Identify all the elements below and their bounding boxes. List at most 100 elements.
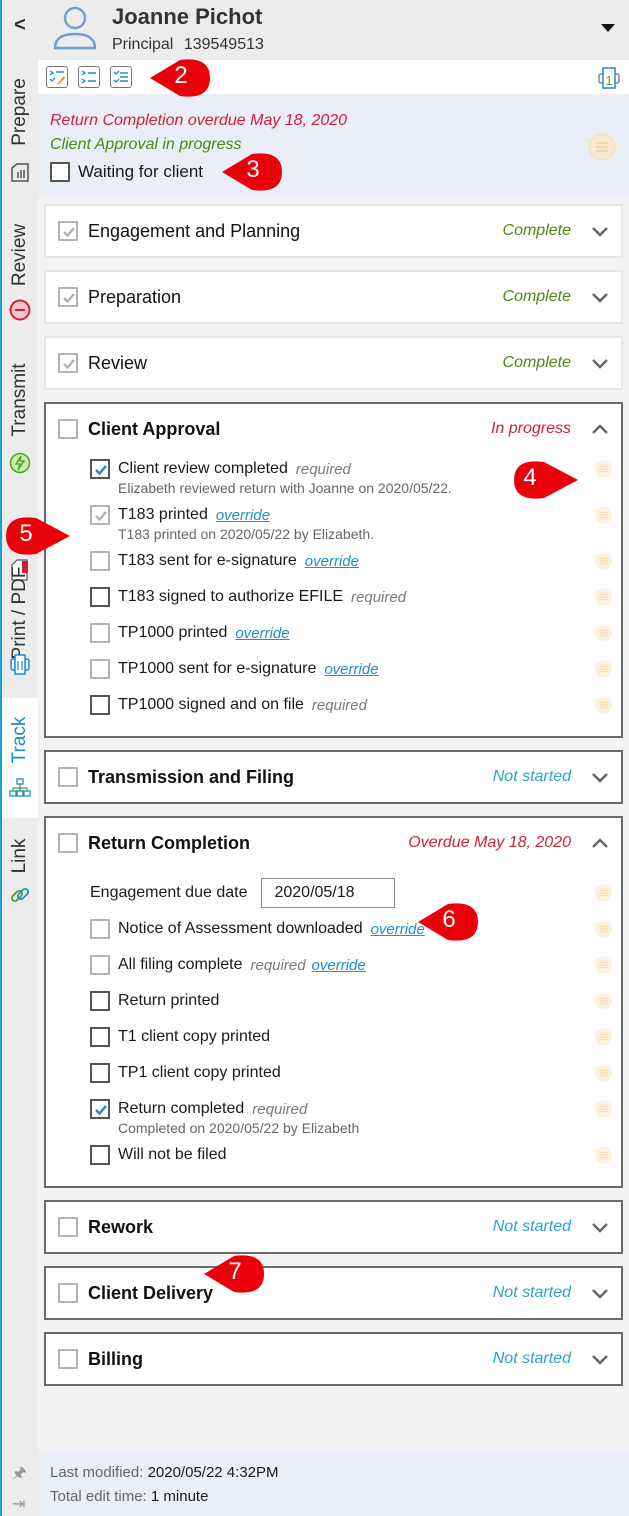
item-checkbox[interactable] (90, 551, 110, 571)
chevron-down-icon[interactable] (591, 288, 609, 306)
section-header[interactable]: Client Delivery Not started (46, 1268, 621, 1318)
section-header[interactable]: Engagement and Planning Complete (46, 206, 621, 256)
override-link[interactable]: override (305, 553, 359, 570)
checkmark-icon (95, 1105, 107, 1116)
section-checkbox[interactable] (58, 221, 78, 241)
section-header[interactable]: Preparation Complete (46, 272, 621, 322)
section-status: Complete (502, 354, 571, 371)
item-checkbox[interactable] (90, 955, 110, 975)
waiting-checkbox-box[interactable] (50, 162, 70, 182)
checklist-item: T183 sent for e-signature override (46, 548, 621, 584)
section-checkbox[interactable] (58, 1217, 78, 1237)
checked-list-button[interactable] (110, 66, 132, 88)
section-header[interactable]: Review Complete (46, 338, 621, 388)
section-header[interactable]: Transmission and Filing Not started (46, 752, 621, 802)
item-checkbox[interactable] (90, 1027, 110, 1047)
section-checkbox[interactable] (58, 287, 78, 307)
section-checkbox[interactable] (58, 833, 78, 853)
required-tag: required (351, 588, 407, 606)
chevron-up-icon[interactable] (591, 834, 609, 852)
item-label: TP1 client copy printed (118, 1064, 281, 1081)
client-dropdown-caret-icon[interactable] (601, 24, 615, 32)
tab-link[interactable]: Link (2, 822, 38, 922)
status-panel: Return Completion overdue May 18, 2020 C… (38, 94, 629, 196)
item-checkbox[interactable] (90, 1063, 110, 1083)
section-title: Client Approval (88, 418, 221, 439)
pin-icon[interactable]: 🖈 (12, 1462, 27, 1489)
tab-track[interactable]: Track (2, 698, 38, 818)
section-checkbox[interactable] (58, 419, 78, 439)
item-checkbox[interactable] (90, 459, 110, 479)
list-button[interactable] (78, 66, 100, 88)
chevron-down-icon[interactable] (591, 1218, 609, 1236)
add-note-icon[interactable] (591, 694, 613, 716)
item-checkbox[interactable] (90, 919, 110, 939)
add-note-icon[interactable] (591, 1144, 613, 1166)
section-status: Not started (492, 768, 571, 785)
item-checkbox[interactable] (90, 1099, 110, 1119)
item-checkbox[interactable] (90, 505, 110, 525)
section-checkbox[interactable] (58, 353, 78, 373)
section-header[interactable]: Client Approval In progress (46, 404, 621, 454)
section-engagement-and-planning: Engagement and Planning Complete (44, 204, 623, 258)
chevron-up-icon[interactable] (591, 420, 609, 438)
add-note-icon[interactable] (591, 1062, 613, 1084)
required-tag: required (250, 956, 306, 974)
item-checkbox[interactable] (90, 587, 110, 607)
add-note-icon[interactable] (591, 1098, 613, 1120)
add-note-icon[interactable] (591, 586, 613, 608)
override-link[interactable]: override (324, 661, 378, 678)
chevron-down-icon[interactable] (591, 768, 609, 786)
item-checkbox[interactable] (90, 695, 110, 715)
item-checkbox[interactable] (90, 1145, 110, 1165)
tab-transmit[interactable]: Transmit (2, 345, 38, 485)
dock-icon[interactable]: ⇥ (12, 1494, 25, 1514)
section-header[interactable]: Billing Not started (46, 1334, 621, 1384)
item-label: TP1000 printed (118, 624, 228, 641)
edit-checklist-icon (49, 70, 65, 84)
override-link[interactable]: override (371, 921, 425, 938)
callout-7: 7 (204, 1252, 266, 1296)
checklist-item: T1 client copy printed (46, 1024, 621, 1060)
edit-checklist-button[interactable] (46, 66, 68, 88)
section-header[interactable]: Return Completion Overdue May 18, 2020 (46, 818, 621, 868)
override-link[interactable]: override (235, 625, 289, 642)
print-button[interactable]: 1 (597, 66, 621, 90)
override-link[interactable]: override (216, 507, 270, 524)
add-note-icon[interactable] (591, 918, 613, 940)
add-note-icon[interactable] (591, 990, 613, 1012)
add-note-icon[interactable] (583, 130, 617, 164)
chevron-down-icon[interactable] (591, 222, 609, 240)
waiting-for-client-checkbox[interactable]: Waiting for client (50, 162, 203, 182)
add-note-icon[interactable] (591, 458, 613, 480)
tab-prepare-label: Prepare (9, 78, 30, 146)
chevron-down-icon[interactable] (591, 1284, 609, 1302)
add-note-icon[interactable] (591, 954, 613, 976)
add-note-icon[interactable] (591, 1026, 613, 1048)
collapse-panel-button[interactable]: < (2, 14, 38, 37)
item-checkbox[interactable] (90, 991, 110, 1011)
section-transmission-and-filing: Transmission and Filing Not started (44, 750, 623, 804)
add-note-icon[interactable] (591, 658, 613, 680)
section-header[interactable]: Rework Not started (46, 1202, 621, 1252)
add-note-icon[interactable] (591, 882, 613, 904)
due-date-input[interactable] (261, 878, 396, 908)
add-note-icon[interactable] (591, 504, 613, 526)
item-checkbox[interactable] (90, 623, 110, 643)
required-tag: required (252, 1100, 308, 1118)
section-checkbox[interactable] (58, 1283, 78, 1303)
chevron-down-icon[interactable] (591, 1350, 609, 1368)
section-checkbox[interactable] (58, 767, 78, 787)
tab-review[interactable]: Review (2, 205, 38, 335)
checkmark-icon (95, 465, 107, 476)
item-label: T183 printed (118, 506, 208, 523)
last-modified-label: Last modified: (50, 1464, 144, 1481)
section-checkbox[interactable] (58, 1349, 78, 1369)
item-label: TP1000 signed and on file (118, 696, 304, 713)
add-note-icon[interactable] (591, 550, 613, 572)
tab-prepare[interactable]: Prepare (2, 60, 38, 195)
chevron-down-icon[interactable] (591, 354, 609, 372)
item-checkbox[interactable] (90, 659, 110, 679)
override-link[interactable]: override (312, 957, 366, 974)
add-note-icon[interactable] (591, 622, 613, 644)
